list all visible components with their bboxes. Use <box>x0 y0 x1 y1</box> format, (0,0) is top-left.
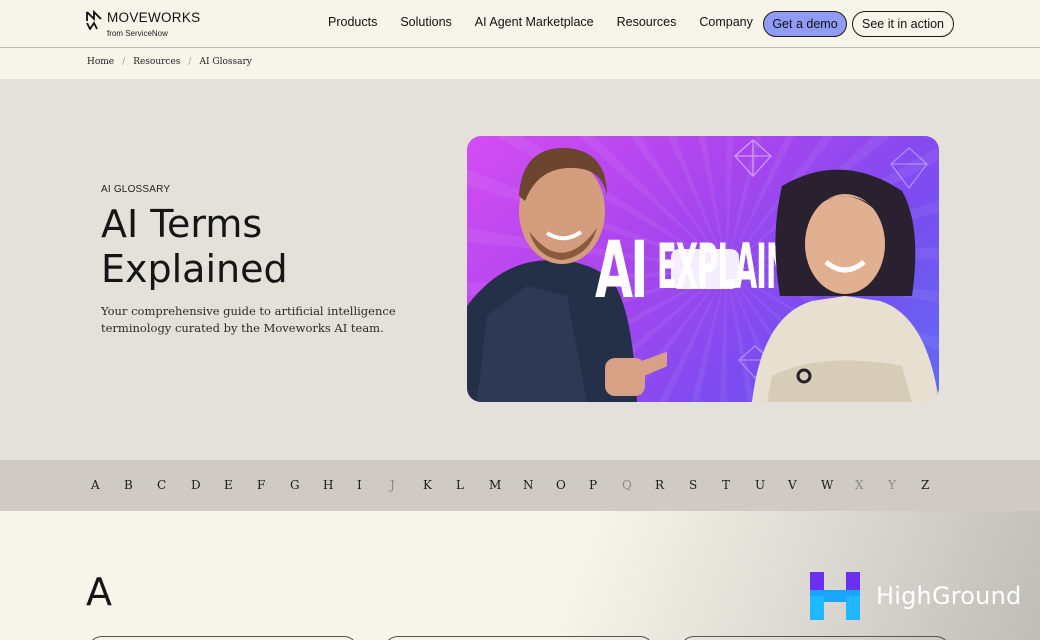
see-it-in-action-button[interactable]: See it in action <box>852 11 954 37</box>
letter-filter-s[interactable]: S <box>689 478 697 492</box>
alphabet-filter: A B C D E F G H I J K L M N O P Q R S T U V W X Y Z <box>0 460 1040 511</box>
page-title: AI Terms Explained <box>101 202 401 292</box>
letter-filter-e[interactable]: E <box>224 478 233 492</box>
main-nav: Products Solutions AI Agent Marketplace … <box>328 15 776 29</box>
page-title-line-2: Explained <box>101 247 288 291</box>
highground-watermark: HighGround <box>810 572 1021 620</box>
letter-filter-o[interactable]: O <box>556 478 566 492</box>
letter-filter-p[interactable]: P <box>589 478 597 492</box>
page-title-line-1: AI Terms <box>101 202 263 246</box>
presenter-woman-image <box>752 169 939 402</box>
letter-filter-j: J <box>390 478 395 492</box>
video-thumbnail[interactable]: AI EXPLAINED <box>467 136 939 402</box>
moveworks-logo-icon <box>86 10 102 30</box>
nav-ai-agent-marketplace[interactable]: AI Agent Marketplace <box>475 15 594 29</box>
letter-filter-i[interactable]: I <box>357 478 362 492</box>
letter-filter-b[interactable]: B <box>124 478 133 492</box>
hero-section: AI GLOSSARY AI Terms Explained Your comp… <box>0 79 1040 460</box>
logo-name: MOVEWORKS <box>107 10 201 25</box>
letter-filter-h[interactable]: H <box>323 478 333 492</box>
hero-description: Your comprehensive guide to artificial i… <box>101 304 396 335</box>
letter-filter-x: X <box>855 478 864 492</box>
letter-filter-d[interactable]: D <box>191 478 201 492</box>
letter-filter-w[interactable]: W <box>821 478 833 492</box>
letter-filter-g[interactable]: G <box>290 478 300 492</box>
breadcrumb-home[interactable]: Home <box>87 57 114 67</box>
glossary-card[interactable] <box>680 636 950 640</box>
site-header: MOVEWORKS from ServiceNow Products Solut… <box>0 0 1040 48</box>
nav-company[interactable]: Company <box>699 15 753 29</box>
letter-filter-n[interactable]: N <box>523 478 534 492</box>
breadcrumb-separator: / <box>188 57 192 67</box>
glossary-card[interactable] <box>88 636 358 640</box>
letter-filter-z[interactable]: Z <box>921 478 929 492</box>
breadcrumb-resources[interactable]: Resources <box>133 57 180 67</box>
breadcrumb: Home / Resources / AI Glossary <box>87 57 252 67</box>
nav-solutions[interactable]: Solutions <box>400 15 451 29</box>
letter-filter-u[interactable]: U <box>755 478 765 492</box>
breadcrumb-separator: / <box>122 57 126 67</box>
moveworks-logo[interactable]: MOVEWORKS from ServiceNow <box>86 10 201 38</box>
letter-filter-a[interactable]: A <box>91 478 100 492</box>
letter-filter-y: Y <box>888 478 896 492</box>
letter-filter-t[interactable]: T <box>722 478 730 492</box>
video-title-ai: AI <box>595 226 649 316</box>
letter-filter-q: Q <box>622 478 632 492</box>
letter-filter-v[interactable]: V <box>788 478 797 492</box>
play-icon <box>699 261 712 277</box>
nav-products[interactable]: Products <box>328 15 377 29</box>
highground-text: HighGround <box>876 582 1022 610</box>
letter-filter-l[interactable]: L <box>456 478 464 492</box>
hero-eyebrow: AI GLOSSARY <box>101 184 171 195</box>
get-a-demo-button[interactable]: Get a demo <box>763 11 847 37</box>
letter-filter-c[interactable]: C <box>157 478 166 492</box>
letter-filter-k[interactable]: K <box>423 478 432 492</box>
highground-logo-icon <box>810 572 860 620</box>
logo-subtitle: from ServiceNow <box>107 29 168 38</box>
breadcrumb-current: AI Glossary <box>199 57 252 67</box>
letter-filter-f[interactable]: F <box>257 478 265 492</box>
glossary-card[interactable] <box>384 636 654 640</box>
section-letter-heading: A <box>86 570 112 614</box>
letter-filter-r[interactable]: R <box>655 478 664 492</box>
nav-resources[interactable]: Resources <box>617 15 677 29</box>
play-button[interactable] <box>671 249 739 289</box>
letter-filter-m[interactable]: M <box>489 478 501 492</box>
